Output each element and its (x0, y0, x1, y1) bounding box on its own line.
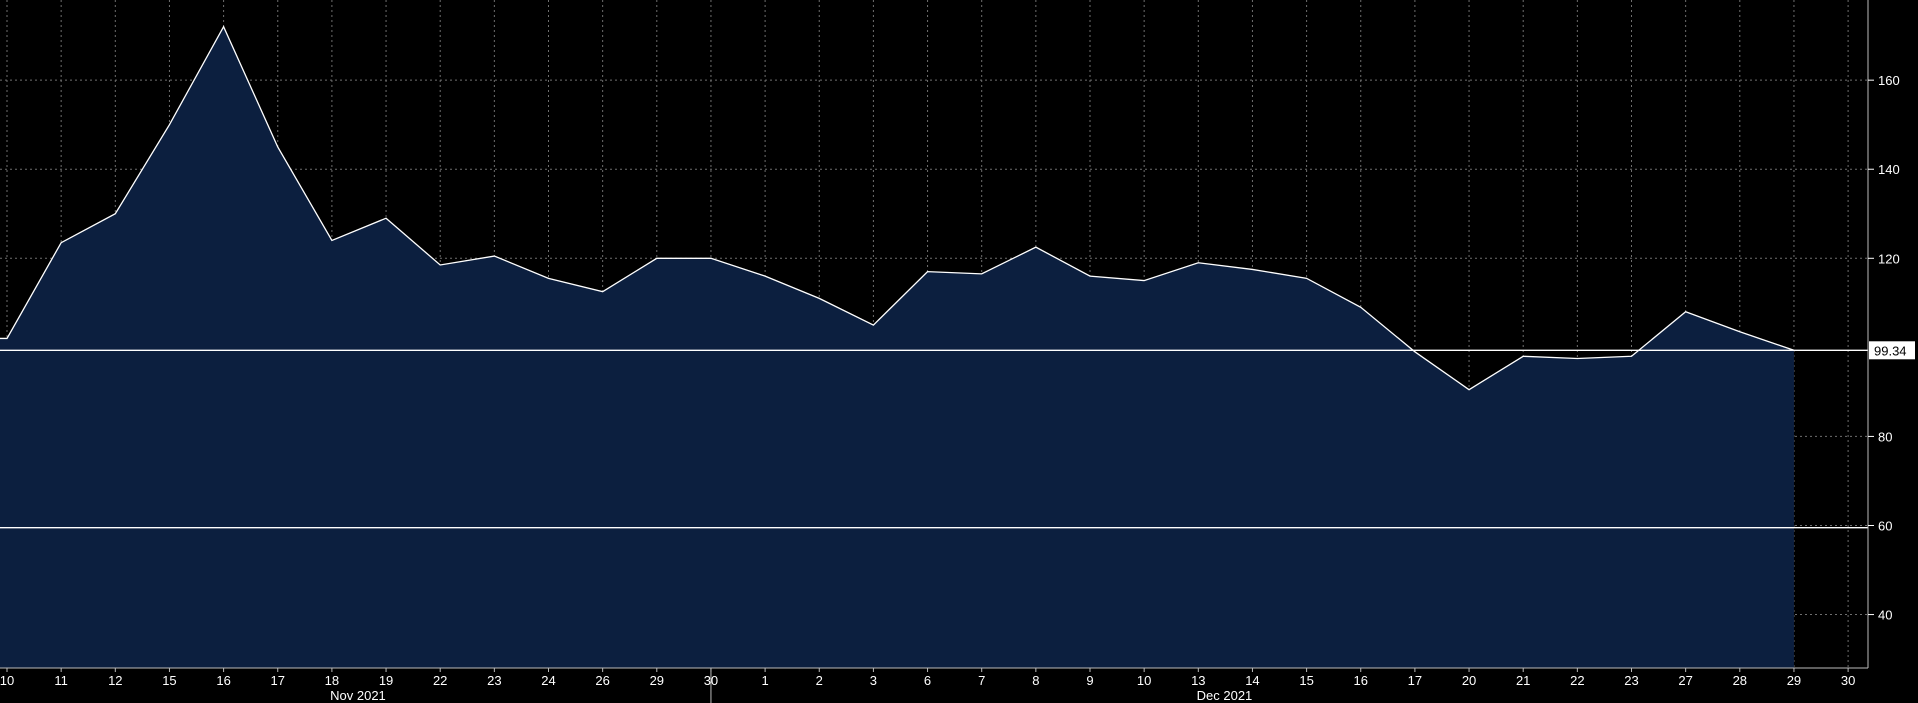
x-tick-label: 14 (1245, 673, 1259, 688)
y-tick-label: 120 (1878, 251, 1900, 266)
x-tick-label: 13 (1191, 673, 1205, 688)
x-tick-label: 30 (704, 673, 718, 688)
y-tick-label: 160 (1878, 73, 1900, 88)
x-tick-label: 10 (0, 673, 14, 688)
x-tick-label: 27 (1678, 673, 1692, 688)
x-tick-label: 12 (108, 673, 122, 688)
month-label-dec: Dec 2021 (1197, 688, 1253, 703)
x-tick-label: 29 (650, 673, 664, 688)
x-tick-label: 1 (761, 673, 768, 688)
x-tick-label: 17 (1408, 673, 1422, 688)
x-tick-label: 3 (870, 673, 877, 688)
x-tick-label: 15 (162, 673, 176, 688)
x-tick-label: 24 (541, 673, 555, 688)
x-tick-label: 23 (1624, 673, 1638, 688)
y-tick-label: 60 (1878, 518, 1892, 533)
y-tick-label: 140 (1878, 162, 1900, 177)
x-tick-label: 23 (487, 673, 501, 688)
y-tick-label: 80 (1878, 429, 1892, 444)
x-tick-label: 16 (216, 673, 230, 688)
x-tick-label: 22 (433, 673, 447, 688)
x-tick-label: 15 (1299, 673, 1313, 688)
x-tick-label: 26 (595, 673, 609, 688)
x-tick-label: 21 (1516, 673, 1530, 688)
area-series (0, 25, 1795, 669)
area-fill (0, 26, 1794, 669)
last-value-label: 99.34 (1874, 343, 1907, 358)
area-chart: 40608012014016099.3410 11 12 15 16 17 18 19 22 23… (0, 0, 1918, 703)
x-tick-label: 22 (1570, 673, 1584, 688)
x-tick-label: 18 (325, 673, 339, 688)
x-tick-label: 10 (1137, 673, 1151, 688)
x-tick-label: 6 (924, 673, 931, 688)
y-tick-label: 40 (1878, 608, 1892, 623)
x-tick-label: 7 (978, 673, 985, 688)
x-tick-label: 8 (1032, 673, 1039, 688)
x-tick-label: 19 (379, 673, 393, 688)
x-tick-label: 2 (816, 673, 823, 688)
month-label-nov: Nov 2021 (330, 688, 386, 703)
x-tick-label: 28 (1733, 673, 1747, 688)
x-tick-label: 11 (54, 673, 68, 688)
x-tick-label: 29 (1787, 673, 1801, 688)
x-tick-label: 9 (1086, 673, 1093, 688)
x-tick-label: 16 (1354, 673, 1368, 688)
x-tick-label: 20 (1462, 673, 1476, 688)
x-tick-label: 17 (271, 673, 285, 688)
x-tick-label: 30 (1841, 673, 1855, 688)
